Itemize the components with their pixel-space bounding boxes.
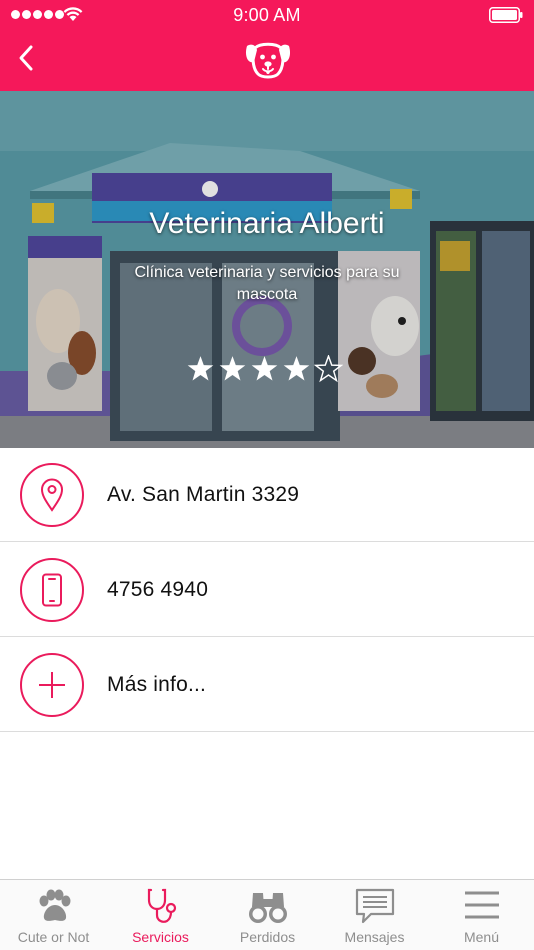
tab-cute-or-not[interactable]: Cute or Not — [0, 880, 107, 950]
more-info-row[interactable]: Más info... — [0, 637, 534, 732]
location-pin-icon — [40, 478, 64, 512]
address-text: Av. San Martin 3329 — [107, 482, 300, 506]
tab-perdidos[interactable]: Perdidos — [214, 880, 321, 950]
more-info-icon-circle — [20, 653, 84, 717]
tab-label: Cute or Not — [17, 929, 90, 945]
tab-label: Menú — [463, 929, 500, 945]
tab-label: Perdidos — [239, 929, 296, 945]
clinic-description: Clínica veterinaria y servicios para su … — [134, 264, 400, 303]
tab-mensajes[interactable]: Mensajes — [321, 880, 428, 950]
message-icon — [355, 888, 394, 924]
star-filled-icon — [187, 356, 214, 381]
tab-label: Servicios — [132, 929, 189, 945]
phone-icon-circle — [20, 558, 84, 622]
tab-menu[interactable]: Menú — [428, 880, 534, 950]
battery-icon — [489, 7, 523, 23]
phone-row[interactable]: 4756 4940 — [0, 542, 534, 637]
stethoscope-icon — [147, 888, 176, 923]
menu-icon — [464, 891, 499, 919]
paw-icon — [39, 889, 70, 921]
dog-face-icon — [245, 42, 291, 79]
star-filled-icon — [283, 356, 310, 381]
plus-icon — [39, 672, 65, 698]
address-icon-circle — [20, 463, 84, 527]
clinic-name: Veterinaria Alberti — [149, 207, 385, 240]
tab-label: Mensajes — [344, 929, 405, 945]
binoculars-icon — [248, 893, 287, 923]
star-filled-icon — [251, 356, 278, 381]
tab-bar: Cute or Not Servicios Perdidos Mensajes … — [0, 879, 534, 950]
phone-text: 4756 4940 — [107, 577, 209, 601]
star-empty-icon — [314, 355, 343, 383]
rating-stars — [186, 355, 343, 383]
star-filled-icon — [219, 356, 246, 381]
more-info-text: Más info... — [107, 672, 207, 696]
top-bar: 9:00 AM — [0, 0, 534, 91]
address-row[interactable]: Av. San Martin 3329 — [0, 447, 534, 542]
mobile-phone-icon — [42, 573, 62, 607]
status-time: 9:00 AM — [233, 5, 301, 25]
status-bar: 9:00 AM — [0, 0, 534, 30]
chevron-left-icon — [19, 45, 33, 71]
clinic-hero: Veterinaria Alberti Clínica veterinaria … — [0, 91, 534, 448]
tab-servicios[interactable]: Servicios — [107, 880, 214, 950]
back-button[interactable] — [14, 44, 40, 72]
